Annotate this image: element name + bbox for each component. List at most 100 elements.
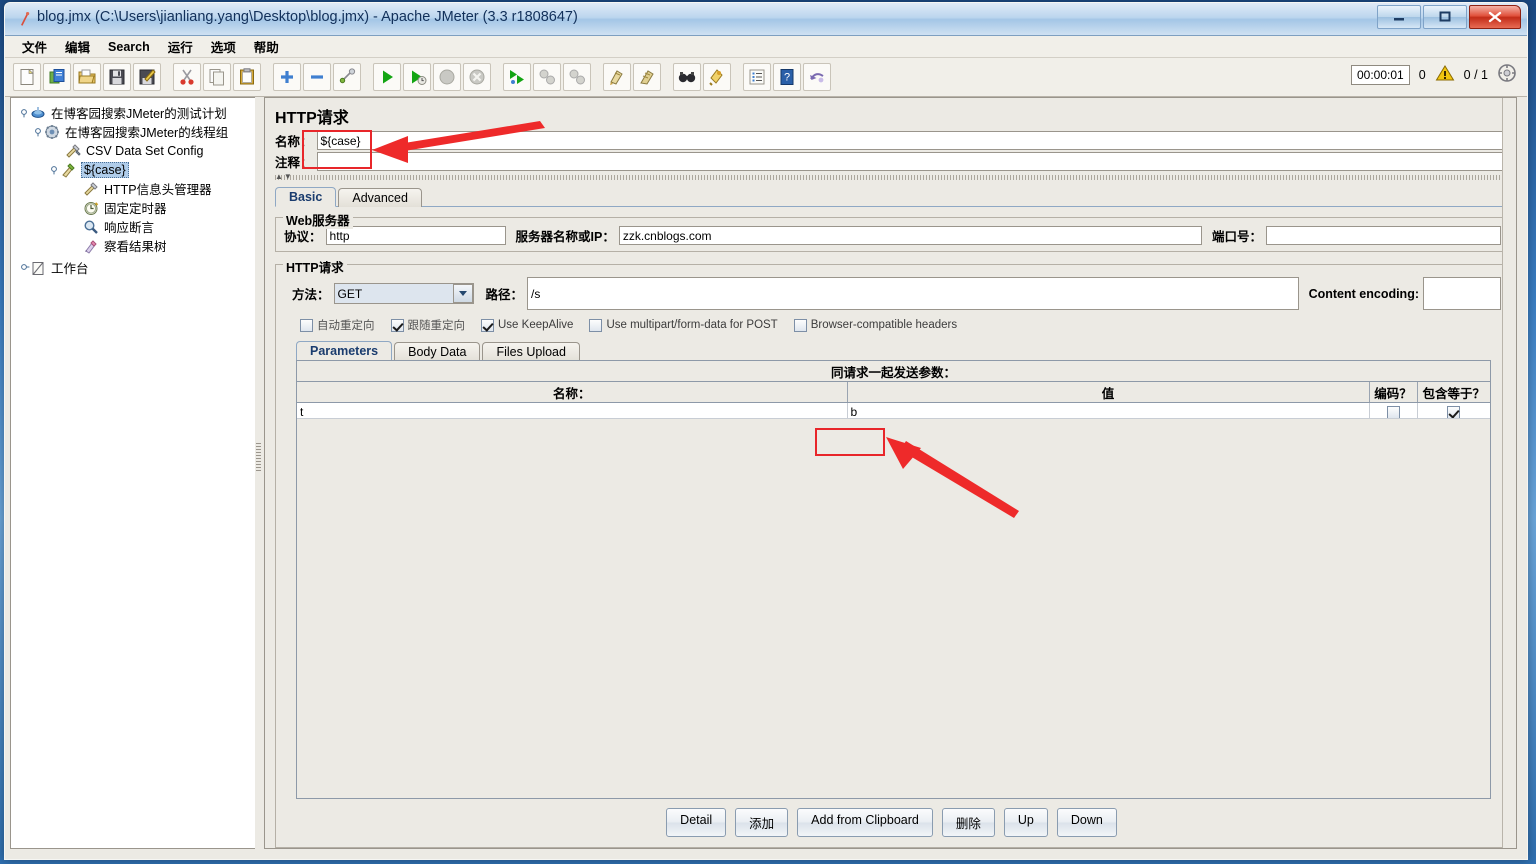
menu-search[interactable]: Search [99,38,159,56]
auto-redirect-box-icon[interactable] [300,318,313,332]
method-select[interactable]: GET [333,283,474,304]
expander-icon[interactable] [33,126,44,137]
panel-splitter[interactable] [255,97,263,849]
tree-node-response-assertion[interactable]: 响应断言 [17,217,255,236]
expander-icon[interactable] [19,262,30,273]
tab-parameters[interactable]: Parameters [296,341,393,361]
detail-button[interactable]: Detail [666,808,727,837]
parameters-table[interactable]: 同请求一起发送参数： 名称： 值 编码？ 包含等于？ t b [296,360,1491,799]
use-keepalive-checkbox[interactable]: Use KeepAlive [481,318,573,332]
start-no-timers-icon[interactable] [403,63,431,91]
warning-triangle-icon[interactable] [1435,64,1455,85]
new-icon[interactable] [13,63,41,91]
splitter-grip[interactable] [256,442,261,471]
tree-node-thread-group[interactable]: 在博客园搜索JMeter的线程组 [17,122,255,141]
use-multipart-checkbox[interactable]: Use multipart/form-data for POST [589,318,778,332]
menu-help[interactable]: 帮助 [245,35,288,58]
col-header-name[interactable]: 名称： [297,382,848,403]
undo-icon[interactable] [803,63,831,91]
port-label: 端口号： [1211,230,1262,244]
use-multipart-box-icon[interactable] [589,318,603,332]
down-button[interactable]: Down [1056,808,1117,837]
name-label: 名称： [275,135,313,149]
stop-icon[interactable] [433,63,461,91]
remote-start-all-icon[interactable] [503,63,531,91]
path-input[interactable]: /s [527,277,1299,310]
tree-node-header-manager[interactable]: HTTP信息头管理器 [17,179,255,198]
tab-advanced[interactable]: Advanced [338,188,422,207]
tree-node-test-plan[interactable]: 在博客园搜索JMeter的测试计划 [17,103,255,122]
close-button[interactable] [1469,5,1521,29]
include-equals-checkbox-icon[interactable] [1447,405,1461,419]
browser-compatible-headers-checkbox[interactable]: Browser-compatible headers [793,318,957,332]
encode-checkbox-icon[interactable] [1386,405,1400,419]
comment-row: 注释： [275,152,1508,171]
menu-file[interactable]: 文件 [13,35,56,58]
port-input[interactable] [1266,226,1501,245]
test-plan-tree: 在博客园搜索JMeter的测试计划 在博客园搜索JMeter的线程组 CSV D… [11,98,255,277]
tree-node-workbench[interactable]: 工作台 [17,258,255,277]
search-icon[interactable] [673,63,701,91]
expander-icon[interactable] [49,164,60,175]
remote-shutdown-all-icon[interactable] [563,63,591,91]
delete-button[interactable]: 删除 [941,808,995,837]
tab-basic[interactable]: Basic [275,187,337,207]
save-as-icon[interactable] [133,63,161,91]
tree-node-constant-timer[interactable]: 固定定时器 [17,198,255,217]
collapse-divider[interactable]: ▲▼ [275,172,1506,181]
auto-redirect-checkbox[interactable]: 自动重定向 [300,317,375,333]
tab-body-data[interactable]: Body Data [394,342,481,361]
clear-icon[interactable] [603,63,631,91]
function-helper-icon[interactable] [743,63,771,91]
use-keepalive-box-icon[interactable] [481,318,494,332]
col-header-encode[interactable]: 编码？ [1369,382,1418,403]
comment-label: 注释： [275,156,313,170]
save-icon[interactable] [103,63,131,91]
tab-files-upload[interactable]: Files Upload [482,342,580,361]
content-encoding-input[interactable] [1423,277,1501,310]
follow-redirect-checkbox[interactable]: 跟随重定向 [390,317,465,333]
start-icon[interactable] [373,63,401,91]
expand-icon[interactable] [273,63,301,91]
server-name-or-ip-input[interactable]: zzk.cnblogs.com [618,226,1202,245]
collapse-icon[interactable] [303,63,331,91]
menu-run[interactable]: 运行 [159,35,202,58]
tree-node-csv-data-set-config[interactable]: CSV Data Set Config [17,141,255,160]
open-icon[interactable] [73,63,101,91]
connection-status-icon[interactable] [1497,63,1517,86]
copy-icon[interactable] [203,63,231,91]
name-input[interactable]: ${case} [316,131,1508,150]
comment-input[interactable] [316,152,1508,171]
tree-node-view-results-tree[interactable]: 察看结果树 [17,236,255,255]
toggle-icon[interactable] [333,63,361,91]
tree-node-label: HTTP信息头管理器 [104,183,212,197]
follow-redirect-box-icon[interactable] [390,318,404,332]
maximize-button[interactable] [1423,5,1467,29]
expander-icon[interactable] [19,107,30,118]
templates-icon[interactable] [43,63,71,91]
remote-stop-all-icon[interactable] [533,63,561,91]
vertical-scrollbar[interactable] [1502,98,1516,848]
test-plan-tree-panel[interactable]: 在博客园搜索JMeter的测试计划 在博客园搜索JMeter的线程组 CSV D… [10,97,256,849]
tree-node-http-sampler[interactable]: ${case} [17,160,255,179]
add-from-clipboard-button[interactable]: Add from Clipboard [797,808,933,837]
cut-icon[interactable] [173,63,201,91]
minimize-button[interactable] [1377,5,1421,29]
paste-icon[interactable] [233,63,261,91]
col-header-include-equals[interactable]: 包含等于？ [1417,382,1490,403]
shutdown-icon[interactable] [463,63,491,91]
help-icon[interactable]: ? [773,63,801,91]
menu-options[interactable]: 选项 [202,35,245,58]
toolbar-separator [663,63,673,91]
collapse-arrows-icon[interactable]: ▲▼ [275,172,293,181]
clear-all-icon[interactable] [633,63,661,91]
col-header-value[interactable]: 值 [847,382,1370,403]
chevron-down-icon[interactable] [452,284,473,303]
add-button[interactable]: 添加 [735,808,789,837]
search-reset-icon[interactable] [703,63,731,91]
title-bar: blog.jmx (C:\Users\jianliang.yang\Deskto… [5,3,1527,36]
up-button[interactable]: Up [1003,808,1048,837]
browser-compatible-headers-box-icon[interactable] [793,318,807,332]
table-empty-area[interactable] [297,418,1490,798]
menu-edit[interactable]: 编辑 [56,35,99,58]
